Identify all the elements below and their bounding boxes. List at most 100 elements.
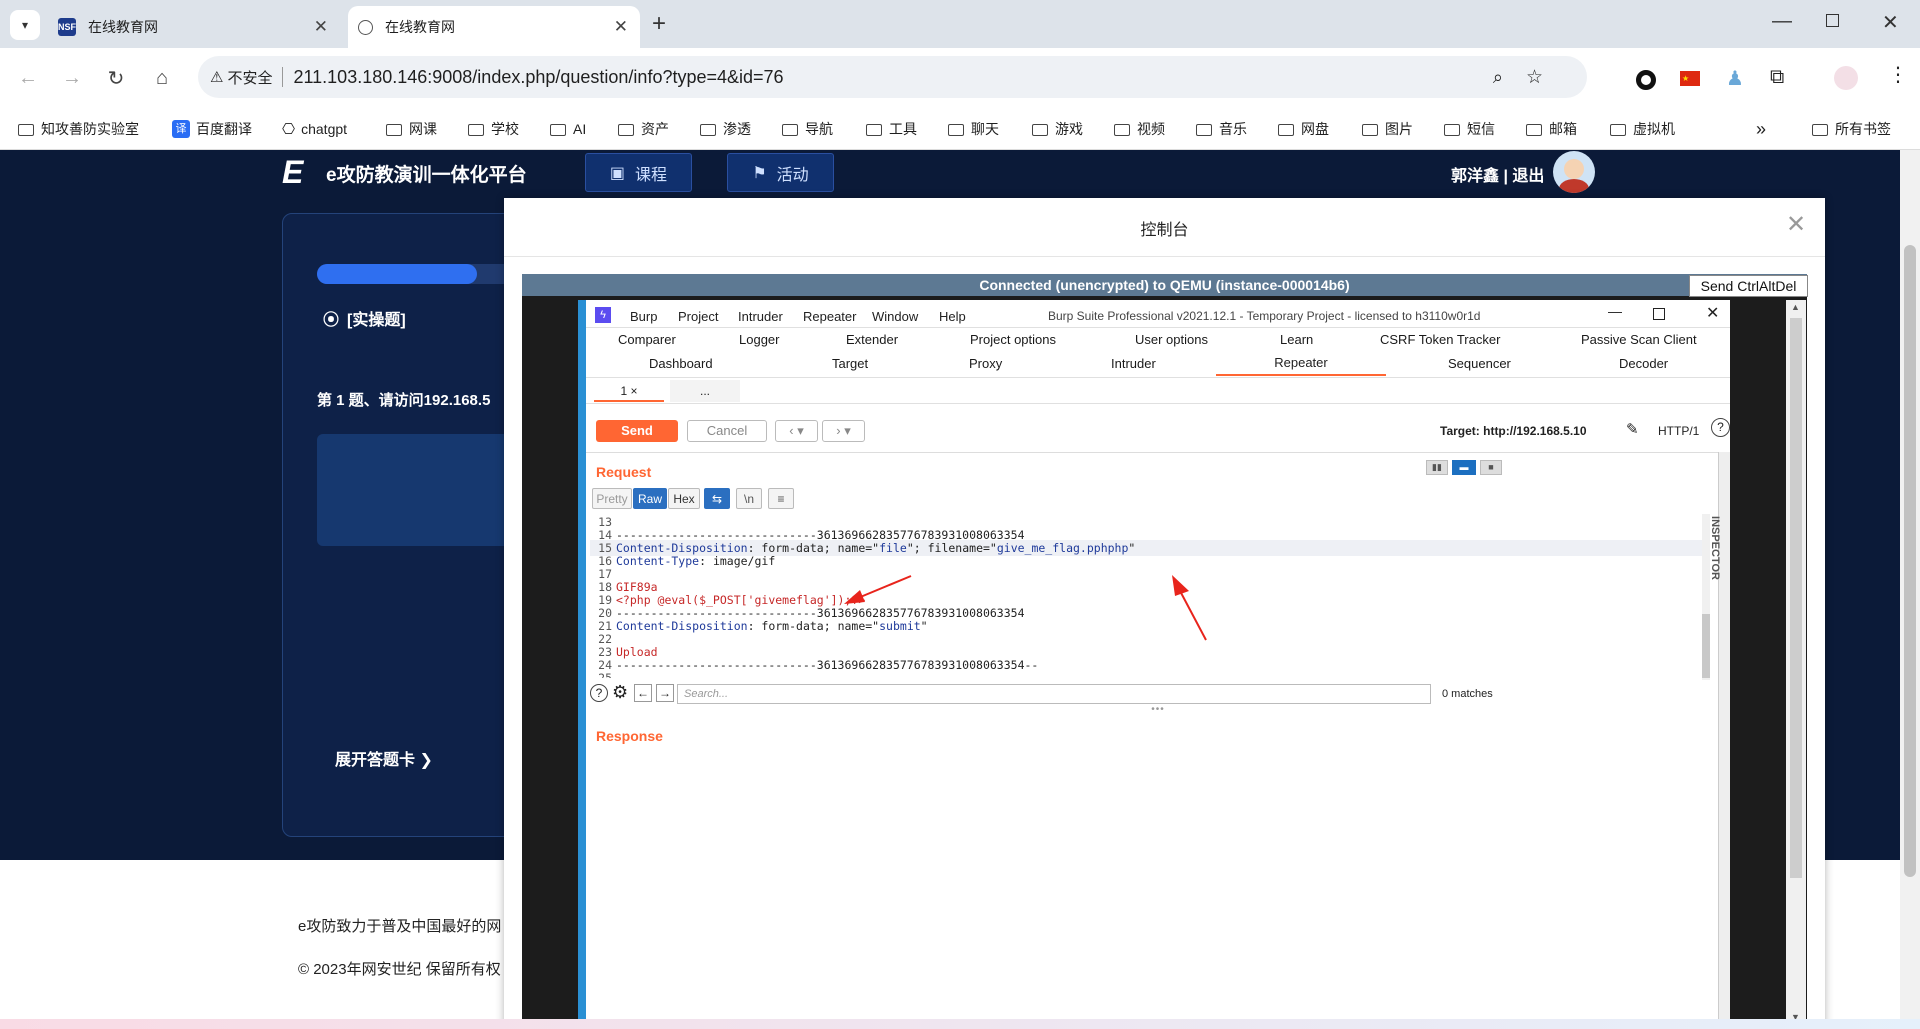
- folder-icon: [1114, 124, 1130, 136]
- more-bookmarks-chevron[interactable]: »: [1756, 118, 1766, 140]
- editor-help-icon[interactable]: ?: [590, 684, 608, 702]
- bookmark-item[interactable]: 渗透: [700, 118, 751, 140]
- folder-icon: [618, 124, 634, 136]
- browser-tab-active[interactable]: 在线教育网 ✕: [348, 6, 640, 48]
- footer-about: e攻防致力于普及中国最好的网: [298, 918, 502, 935]
- vnc-scroll-up-icon[interactable]: ▲: [1791, 302, 1800, 312]
- vnc-console[interactable]: Connected (unencrypted) to QEMU (instanc…: [522, 274, 1808, 1029]
- pane-splitter-handle[interactable]: •••: [586, 704, 1730, 715]
- bookmark-item[interactable]: 工具: [866, 118, 917, 140]
- annotation-arrows: [844, 575, 1207, 641]
- minimize-window-button[interactable]: —: [1772, 10, 1792, 33]
- folder-icon: [1196, 124, 1212, 136]
- bookmark-item[interactable]: 译百度翻译: [172, 118, 252, 140]
- close-tab-icon[interactable]: ✕: [614, 17, 628, 37]
- reload-icon[interactable]: ↻: [98, 60, 134, 96]
- question-type: ⦿ [实操题]: [323, 306, 406, 330]
- bookmark-item[interactable]: 音乐: [1196, 118, 1247, 140]
- progress-bar: [317, 264, 517, 284]
- bookmark-item[interactable]: 邮箱: [1526, 118, 1577, 140]
- folder-icon: [1610, 124, 1626, 136]
- bookmark-item[interactable]: 图片: [1362, 118, 1413, 140]
- folder-icon: [1362, 124, 1378, 136]
- folder-icon: [386, 124, 402, 136]
- user-avatar[interactable]: [1553, 151, 1595, 193]
- bookmark-item[interactable]: 短信: [1444, 118, 1495, 140]
- home-icon[interactable]: ⌂: [144, 60, 180, 96]
- search-prev-button[interactable]: ←: [634, 684, 652, 702]
- modal-title: 控制台: [1140, 222, 1189, 239]
- progress-fill: [317, 264, 477, 284]
- folder-icon: [700, 124, 716, 136]
- all-bookmarks[interactable]: 所有书签: [1812, 118, 1891, 140]
- extension-flag-icon[interactable]: ★: [1680, 71, 1700, 86]
- vnc-scrollbar[interactable]: ▲ ▼: [1786, 300, 1806, 1029]
- vnc-scroll-thumb[interactable]: [1790, 318, 1802, 878]
- folder-icon: [1444, 124, 1460, 136]
- extension-person-icon[interactable]: ♟: [1726, 66, 1744, 91]
- close-tab-icon[interactable]: ✕: [314, 17, 328, 37]
- site-favicon-icon: NSF: [58, 18, 76, 36]
- send-ctrl-alt-del-button[interactable]: Send CtrlAltDel: [1689, 275, 1808, 297]
- more-menu-icon[interactable]: ⋮: [1888, 62, 1908, 87]
- bookmark-item[interactable]: 游戏: [1032, 118, 1083, 140]
- profile-avatar[interactable]: [1834, 66, 1858, 90]
- folder-icon: [1812, 124, 1828, 136]
- url-text[interactable]: 211.103.180.146:9008/index.php/question/…: [293, 67, 783, 88]
- bookmark-item[interactable]: 视频: [1114, 118, 1165, 140]
- warning-icon[interactable]: ⚠: [210, 68, 223, 86]
- tab-search-button[interactable]: ▾: [10, 10, 40, 40]
- browser-toolbar: ← → ↻ ⌂ ⚠ 不安全 211.103.180.146:9008/index…: [0, 48, 1920, 108]
- bookmark-item[interactable]: AI: [550, 118, 586, 140]
- bookmark-item[interactable]: 网课: [386, 118, 437, 140]
- folder-icon: [782, 124, 798, 136]
- bookmark-item[interactable]: 聊天: [948, 118, 999, 140]
- annotation-arrow-payload: [844, 575, 912, 604]
- nav-courses-button[interactable]: ▣ 课程: [585, 153, 692, 192]
- scrollbar-thumb[interactable]: [1904, 245, 1916, 877]
- bookmark-item[interactable]: 网盘: [1278, 118, 1329, 140]
- close-window-button[interactable]: ✕: [1882, 10, 1899, 35]
- url-separator: [282, 67, 284, 87]
- editor-settings-icon[interactable]: ⚙: [612, 682, 628, 703]
- back-icon[interactable]: ←: [10, 60, 46, 96]
- search-placeholder: Search...: [684, 688, 729, 700]
- browser-tab-strip: ▾ NSF 在线教育网 ✕ 在线教育网 ✕ + — ✕: [0, 0, 1920, 48]
- zoom-icon[interactable]: ⌕: [1493, 67, 1503, 88]
- footer-copyright: © 2023年网安世纪 保留所有权: [298, 961, 501, 978]
- folder-icon: [1278, 124, 1294, 136]
- address-bar[interactable]: ⚠ 不安全 211.103.180.146:9008/index.php/que…: [198, 56, 1587, 98]
- editor-search-input[interactable]: Search...: [677, 684, 1431, 704]
- site-title[interactable]: e攻防教演训一体化平台: [326, 160, 527, 187]
- tab-title: 在线教育网: [385, 19, 455, 35]
- annotation-arrow-filename: [1172, 575, 1207, 641]
- avatar-face-icon: [1564, 159, 1584, 179]
- forward-icon[interactable]: →: [54, 60, 90, 96]
- bookmark-item[interactable]: ⎔ chatgpt: [282, 118, 347, 140]
- chatgpt-icon: ⎔: [282, 121, 296, 138]
- answer-card-toggle[interactable]: 展开答题卡 ❯: [335, 746, 433, 770]
- extensions-puzzle-icon[interactable]: ⧉: [1770, 66, 1784, 89]
- page-scrollbar[interactable]: [1900, 150, 1920, 1029]
- search-next-button[interactable]: →: [656, 684, 674, 702]
- folder-icon: [468, 124, 484, 136]
- globe-icon: [358, 19, 373, 35]
- bookmark-item[interactable]: 学校: [468, 118, 519, 140]
- vnc-status-text: Connected (unencrypted) to QEMU (instanc…: [979, 277, 1350, 293]
- answer-box[interactable]: [317, 434, 533, 546]
- restore-window-button[interactable]: [1826, 14, 1839, 27]
- bookmark-item[interactable]: 虚拟机: [1610, 118, 1675, 140]
- nav-activities-button[interactable]: ⚑ 活动: [727, 153, 834, 192]
- user-links[interactable]: 郭洋鑫 | 退出: [1451, 162, 1544, 186]
- bookmark-item[interactable]: 知攻善防实验室: [18, 118, 139, 140]
- vm-desktop-strip: [578, 300, 586, 1029]
- star-icon[interactable]: ☆: [1526, 66, 1543, 89]
- browser-tab[interactable]: NSF 在线教育网 ✕: [48, 6, 340, 48]
- security-label[interactable]: 不安全: [227, 67, 272, 88]
- site-logo-icon[interactable]: E: [282, 154, 303, 190]
- extension-record-icon[interactable]: [1636, 70, 1656, 90]
- bookmark-item[interactable]: 导航: [782, 118, 833, 140]
- modal-close-icon[interactable]: ✕: [1786, 210, 1806, 239]
- new-tab-button[interactable]: +: [652, 10, 666, 38]
- bookmark-item[interactable]: 资产: [618, 118, 669, 140]
